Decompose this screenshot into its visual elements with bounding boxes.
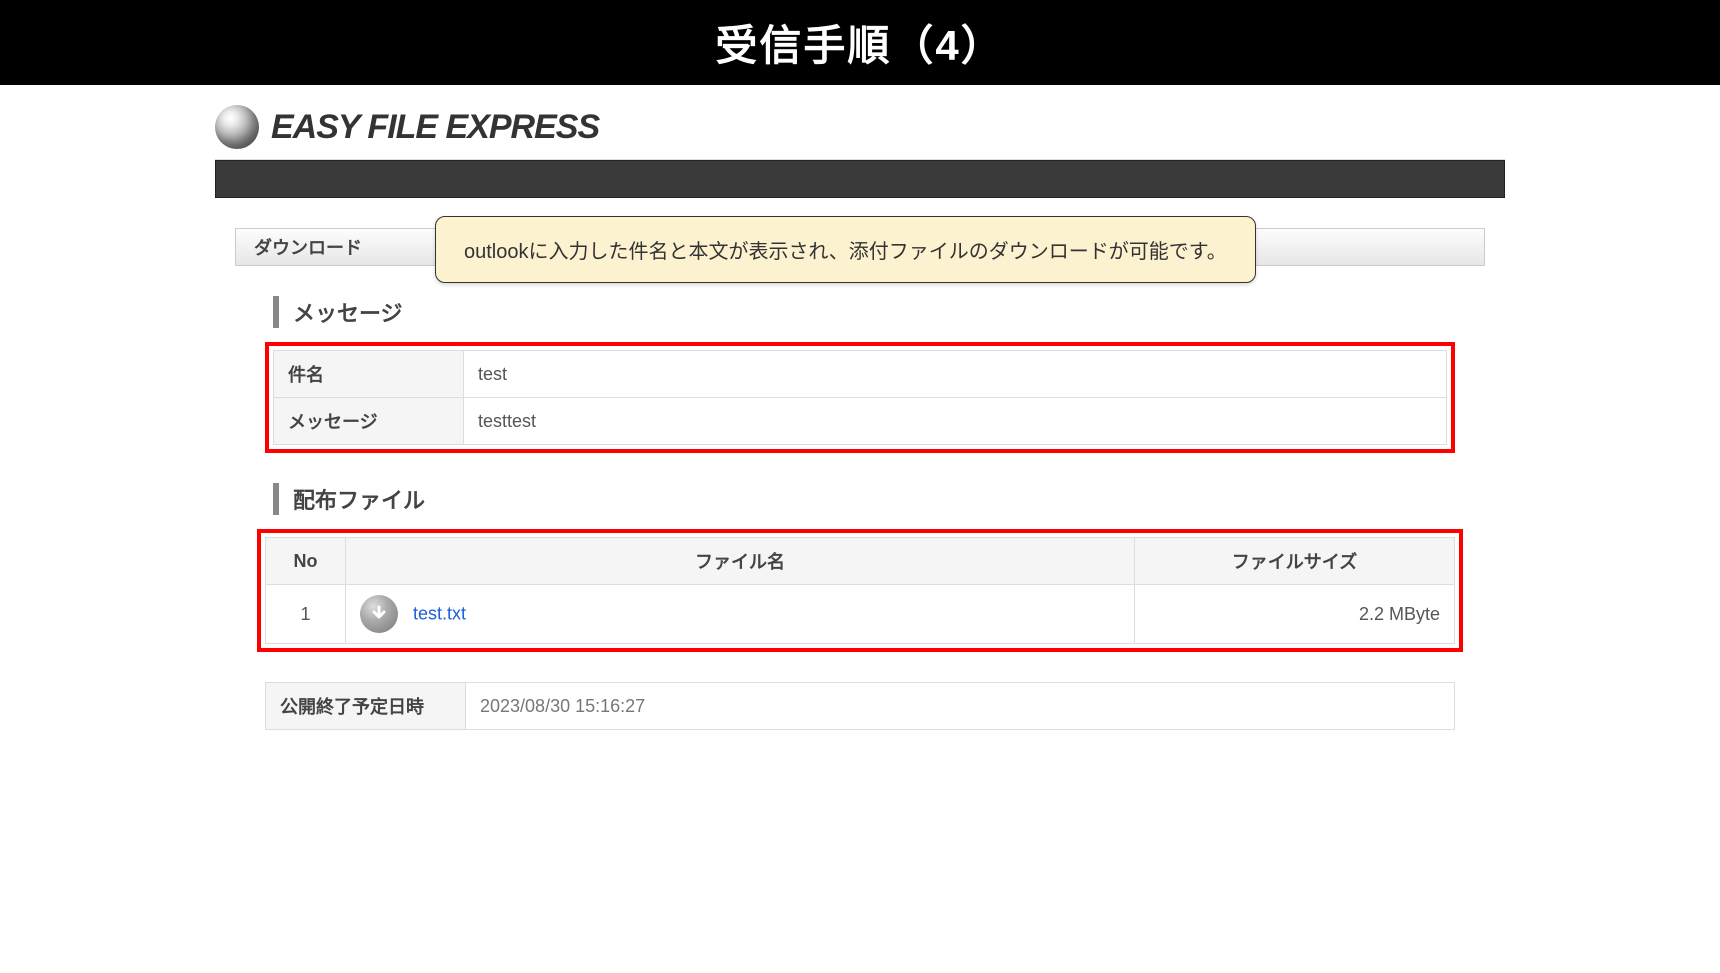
section-files: 配布ファイル No ファイル名 ファイルサイズ 1 bbox=[265, 483, 1455, 652]
file-row-size: 2.2 MByte bbox=[1135, 585, 1455, 644]
col-header-no: No bbox=[266, 538, 346, 585]
tab-download[interactable]: ダウンロード bbox=[236, 234, 380, 260]
subject-label: 件名 bbox=[274, 351, 464, 398]
slide-title-bar: 受信手順（4） bbox=[0, 0, 1720, 85]
logo-sphere-icon bbox=[215, 105, 259, 149]
col-header-name: ファイル名 bbox=[346, 538, 1135, 585]
annotation-callout: outlookに入力した件名と本文が表示され、添付ファイルのダウンロードが可能で… bbox=[435, 216, 1256, 283]
section-expiry: 公開終了予定日時 2023/08/30 15:16:27 bbox=[265, 682, 1455, 730]
file-row-name-cell: test.txt bbox=[346, 585, 1135, 644]
file-download-link[interactable]: test.txt bbox=[413, 604, 466, 624]
section-files-heading: 配布ファイル bbox=[273, 483, 1455, 515]
message-value: testtest bbox=[464, 398, 1447, 445]
logo-row: EASY FILE EXPRESS bbox=[215, 85, 1505, 160]
message-label: メッセージ bbox=[274, 398, 464, 445]
download-icon[interactable] bbox=[360, 595, 398, 633]
expiry-table: 公開終了予定日時 2023/08/30 15:16:27 bbox=[265, 682, 1455, 730]
file-row: 1 test.txt 2.2 MByte bbox=[266, 585, 1455, 644]
page: EASY FILE EXPRESS ダウンロード outlookに入力した件名と… bbox=[215, 85, 1505, 730]
files-highlight-box: No ファイル名 ファイルサイズ 1 bbox=[257, 529, 1463, 652]
section-message-heading: メッセージ bbox=[273, 296, 1455, 328]
subject-value: test bbox=[464, 351, 1447, 398]
message-table: 件名 test メッセージ testtest bbox=[273, 350, 1447, 445]
col-header-size: ファイルサイズ bbox=[1135, 538, 1455, 585]
section-message: メッセージ 件名 test メッセージ testtest bbox=[265, 296, 1455, 453]
logo-text: EASY FILE EXPRESS bbox=[271, 108, 599, 147]
expiry-value: 2023/08/30 15:16:27 bbox=[466, 683, 1455, 730]
tab-row: ダウンロード outlookに入力した件名と本文が表示され、添付ファイルのダウン… bbox=[235, 228, 1485, 266]
message-highlight-box: 件名 test メッセージ testtest bbox=[265, 342, 1455, 453]
file-table: No ファイル名 ファイルサイズ 1 bbox=[265, 537, 1455, 644]
slide-title: 受信手順（4） bbox=[715, 12, 1004, 73]
header-dark-bar bbox=[215, 160, 1505, 198]
expiry-label: 公開終了予定日時 bbox=[266, 683, 466, 730]
file-row-no: 1 bbox=[266, 585, 346, 644]
